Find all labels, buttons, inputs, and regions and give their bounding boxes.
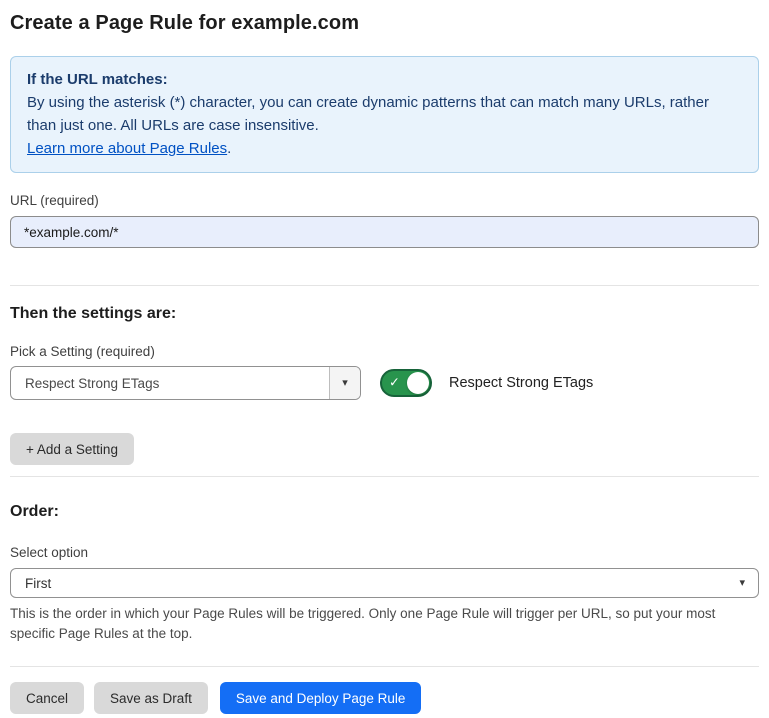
toggle-label: Respect Strong ETags	[449, 375, 593, 391]
info-box-heading: If the URL matches:	[27, 68, 742, 91]
add-setting-button[interactable]: + Add a Setting	[10, 433, 134, 465]
link-suffix: .	[227, 140, 231, 157]
page-title: Create a Page Rule for example.com	[10, 12, 759, 35]
chevron-down-icon: ▾	[739, 578, 745, 589]
info-box-link-line: Learn more about Page Rules.	[27, 137, 742, 160]
setting-picker-label: Pick a Setting (required)	[10, 344, 759, 359]
order-help-text: This is the order in which your Page Rul…	[10, 604, 750, 643]
section-divider	[10, 285, 759, 286]
page-rules-link[interactable]: Learn more about Page Rules	[27, 140, 227, 157]
order-select-label: Select option	[10, 545, 759, 560]
setting-select-value: Respect Strong ETags	[11, 376, 329, 391]
url-label: URL (required)	[10, 193, 759, 208]
footer-actions: Cancel Save as Draft Save and Deploy Pag…	[10, 682, 759, 714]
order-heading: Order:	[10, 503, 759, 521]
order-select[interactable]: First ▾	[10, 568, 759, 598]
cancel-button[interactable]: Cancel	[10, 682, 84, 714]
etag-toggle[interactable]: ✓	[380, 369, 432, 397]
info-box-body: By using the asterisk (*) character, you…	[27, 91, 742, 137]
settings-heading: Then the settings are:	[10, 305, 759, 323]
toggle-knob	[407, 372, 429, 394]
section-divider	[10, 476, 759, 477]
deploy-button[interactable]: Save and Deploy Page Rule	[220, 682, 422, 714]
order-select-arrow: ▾	[739, 578, 758, 589]
chevron-down-icon: ▾	[342, 378, 348, 389]
order-select-value: First	[11, 576, 739, 591]
check-icon: ✓	[389, 375, 400, 391]
page-rule-form: Create a Page Rule for example.com If th…	[0, 0, 769, 714]
url-input[interactable]	[10, 216, 759, 248]
setting-select-arrow[interactable]: ▾	[329, 367, 360, 399]
setting-select[interactable]: Respect Strong ETags ▾	[10, 366, 361, 400]
info-box: If the URL matches: By using the asteris…	[10, 56, 759, 173]
footer-divider	[10, 666, 759, 667]
setting-row: Respect Strong ETags ▾ ✓ Respect Strong …	[10, 366, 759, 400]
save-draft-button[interactable]: Save as Draft	[94, 682, 208, 714]
